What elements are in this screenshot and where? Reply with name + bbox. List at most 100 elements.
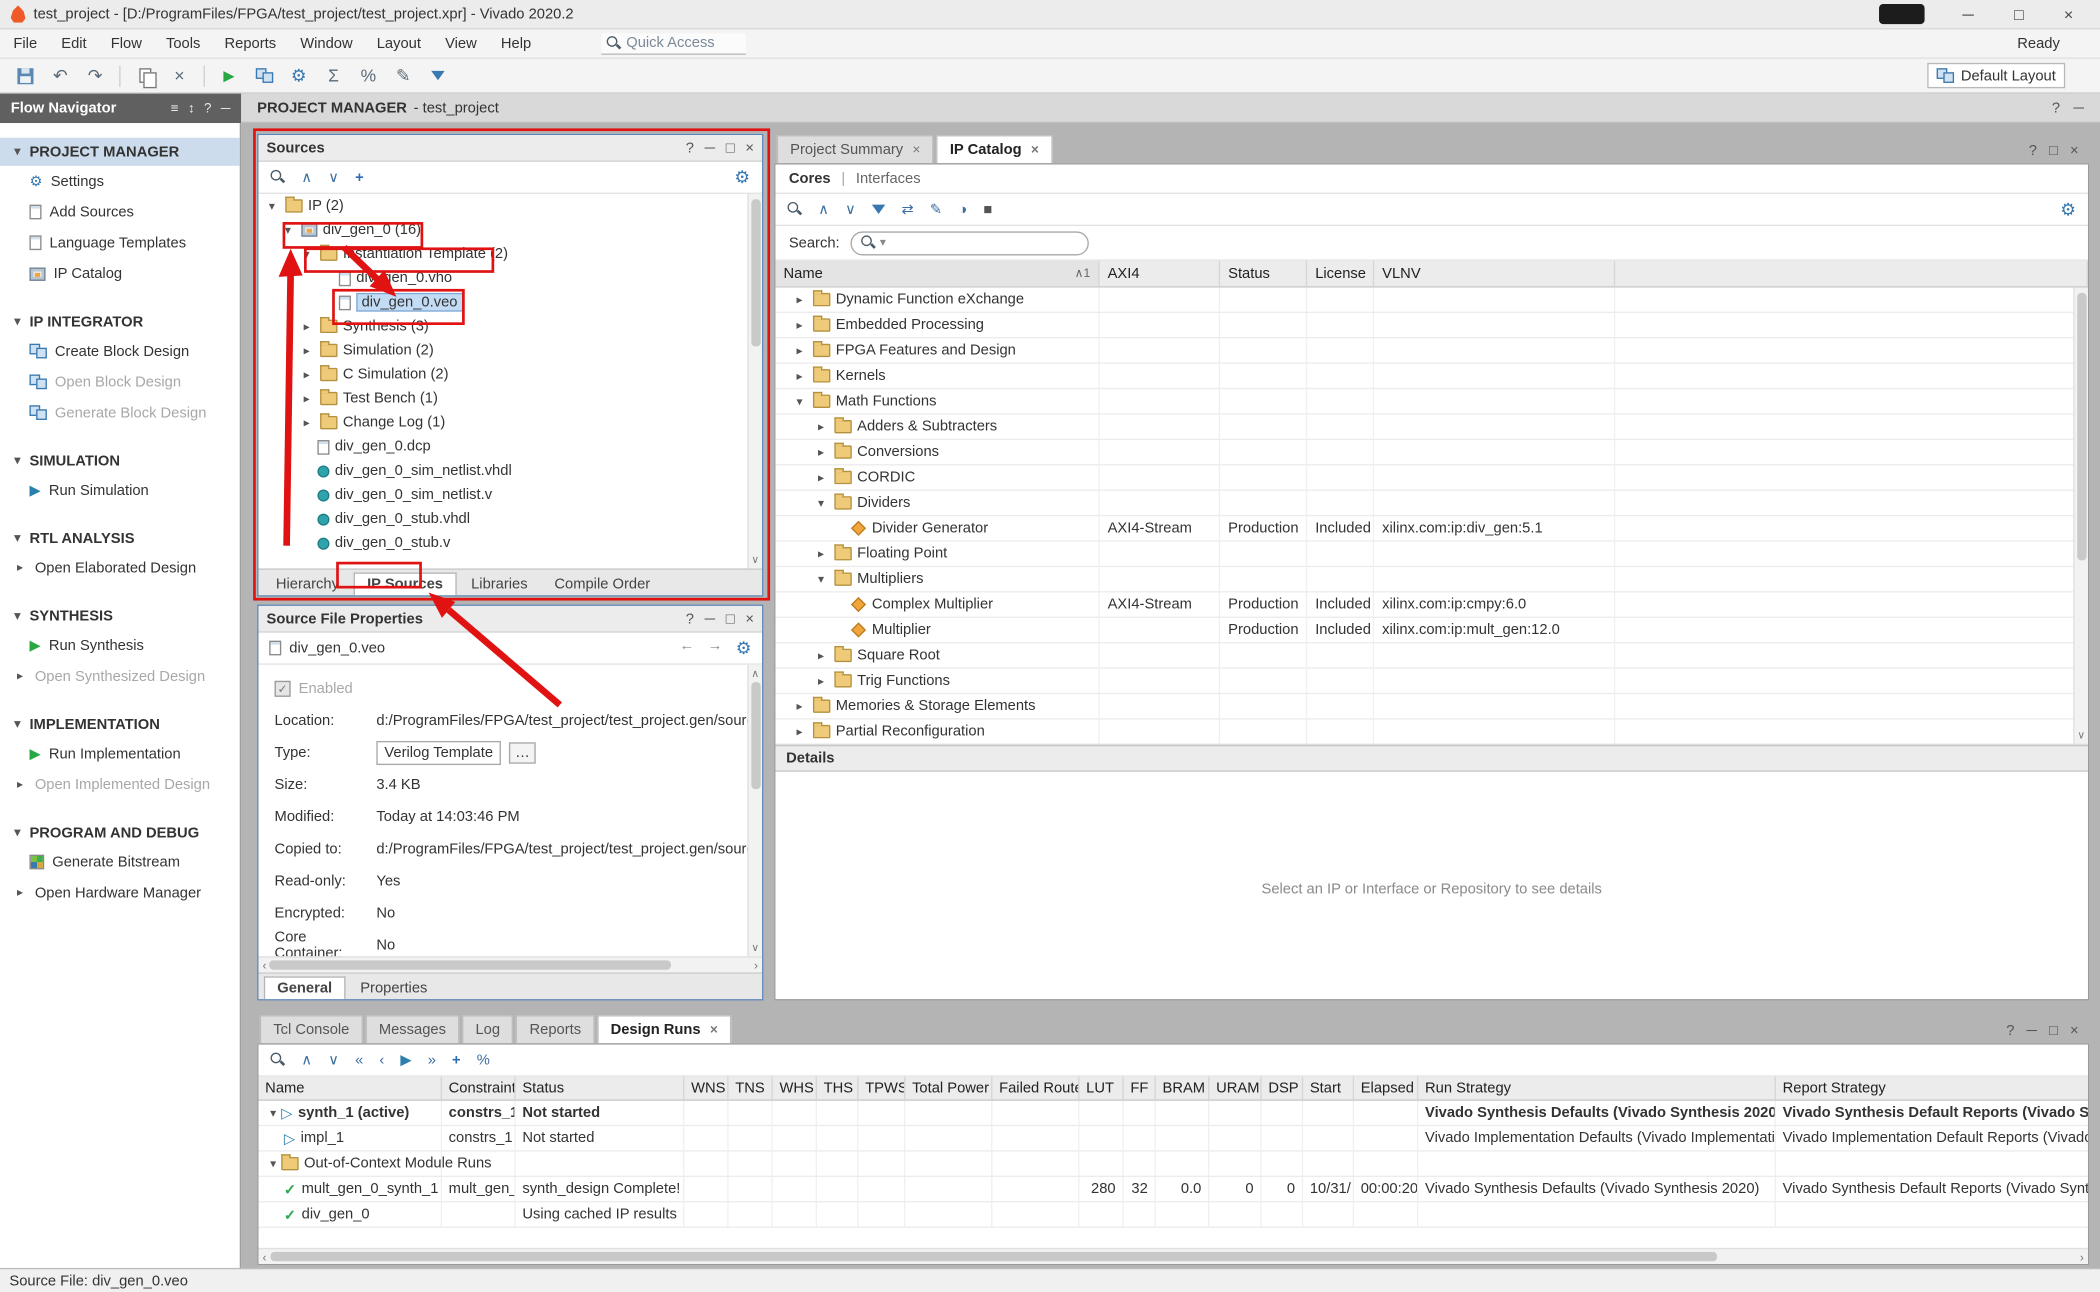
panel-help-icon[interactable]: ? [686,611,694,627]
chevron-right-icon[interactable]: ▸ [299,319,315,334]
column-header[interactable]: Status [516,1077,685,1100]
subtab-cores[interactable]: Cores [789,171,831,187]
tree-row-test-bench[interactable]: ▸ Test Bench (1) [258,387,762,411]
tree-item-label[interactable]: div_gen_0_stub.v [335,535,450,551]
search-icon[interactable] [788,202,803,217]
menu-file[interactable]: File [13,35,37,51]
chevron-right-icon[interactable]: ▸ [792,368,808,383]
panel-float-icon[interactable]: □ [726,140,735,156]
panel-close-icon[interactable]: × [745,140,754,156]
ip-category-row[interactable]: ▾Multipliers [775,567,2088,592]
panel-help-icon[interactable]: ? [2006,1023,2014,1039]
chevron-right-icon[interactable]: ▸ [299,391,315,406]
tree-item-label[interactable]: Test Bench (1) [343,391,438,407]
chevron-down-icon[interactable]: ▾ [9,609,25,624]
panel-float-icon[interactable]: □ [726,611,735,627]
column-header[interactable]: Report Strategy [1776,1077,2088,1100]
redo-button[interactable]: ↷ [80,62,109,89]
tab-libraries[interactable]: Libraries [459,574,540,595]
column-header[interactable]: LUT [1079,1077,1123,1100]
ip-core-row[interactable]: Complex MultiplierAXI4-StreamProductionI… [775,593,2088,618]
fn-section-rtl-analysis[interactable]: ▾ RTL ANALYSIS [0,524,240,552]
menu-edit[interactable]: Edit [61,35,86,51]
panel-minimize-icon[interactable]: ─ [705,611,715,627]
fn-item-open-implemented-design[interactable]: ▸Open Implemented Design [0,769,240,800]
scrollbar-thumb[interactable] [269,960,671,969]
fn-item-create-block-design[interactable]: Create Block Design [0,336,240,367]
step-back-icon[interactable]: ‹ [379,1052,384,1068]
fn-item-ip-catalog[interactable]: IP Catalog [0,258,240,289]
scrollbar-thumb[interactable] [751,199,760,346]
edit-pencil-button[interactable]: ✎ [388,62,417,89]
tree-row-div-gen-0-veo[interactable]: div_gen_0.veo [258,290,762,314]
chevron-right-icon[interactable]: ▸ [813,419,829,434]
panel-float-icon[interactable]: □ [2049,1023,2058,1039]
panel-close-icon[interactable]: × [2070,143,2079,159]
chevron-right-icon[interactable]: ▸ [299,367,315,382]
scrollbar-thumb[interactable] [751,682,760,789]
fn-item-add-sources[interactable]: Add Sources [0,197,240,228]
expand-all-icon[interactable]: ∨ [328,1051,339,1068]
forward-icon[interactable]: → [708,637,723,658]
column-header[interactable]: THS [817,1077,859,1100]
fn-help-icon[interactable]: ? [204,101,211,116]
fn-section-ip-integrator[interactable]: ▾ IP INTEGRATOR [0,308,240,336]
gear-icon[interactable]: ⚙ [736,637,752,658]
fn-item-settings[interactable]: ⚙Settings [0,166,240,197]
back-icon[interactable]: ← [679,637,694,658]
chevron-right-icon[interactable]: ▸ [299,415,315,430]
chevron-right-icon[interactable]: ▸ [813,673,829,688]
chevron-down-icon[interactable]: ▾ [9,144,25,159]
ip-category-row[interactable]: ▸Adders & Subtracters [775,415,2088,440]
column-header[interactable]: WNS [684,1077,728,1100]
fn-item-run-synthesis[interactable]: ▶Run Synthesis [0,630,240,661]
panel-close-icon[interactable]: × [2070,1023,2079,1039]
column-header[interactable]: Name [258,1077,441,1100]
type-select[interactable]: Verilog Template [376,741,501,765]
fn-section-implementation[interactable]: ▾ IMPLEMENTATION [0,710,240,738]
ip-category-row[interactable]: ▸Kernels [775,364,2088,389]
repository-icon[interactable]: ◑ [958,201,967,217]
chevron-down-icon[interactable]: ▾ [9,717,25,732]
tree-row-sim-netlist-v[interactable]: div_gen_0_sim_netlist.v [258,483,762,507]
copy-button[interactable] [130,62,159,89]
layout-select[interactable]: Default Layout [1927,63,2065,88]
tab-close-icon[interactable]: × [710,1023,718,1038]
ip-search-input[interactable]: ▾ [850,231,1088,255]
fn-section-program-and-debug[interactable]: ▾ PROGRAM AND DEBUG [0,819,240,847]
fn-item-open-elaborated-design[interactable]: ▸Open Elaborated Design [0,552,240,583]
menu-view[interactable]: View [445,35,477,51]
chevron-right-icon[interactable]: ▸ [813,470,829,485]
tree-item-label-selected[interactable]: div_gen_0.veo [356,293,463,312]
chevron-down-icon[interactable]: ▾ [264,199,280,214]
menu-reports[interactable]: Reports [225,35,277,51]
create-runs-plus-icon[interactable]: + [452,1052,461,1068]
ip-category-row[interactable]: ▸Dynamic Function eXchange [775,288,2088,313]
tree-row-div-gen-0[interactable]: ▾div_gen_0 (16) [258,218,762,242]
scroll-down-icon[interactable]: ∨ [2077,729,2085,741]
fn-minimize-icon[interactable]: ─ [221,101,231,116]
column-header-status[interactable]: Status [1220,261,1307,286]
tree-row-synthesis[interactable]: ▸Synthesis (3) [258,314,762,338]
scroll-right-icon[interactable]: › [754,958,758,971]
vertical-scrollbar[interactable]: ∧ ∨ [747,665,762,957]
tree-row-simulation[interactable]: ▸Simulation (2) [258,338,762,362]
menu-tools[interactable]: Tools [166,35,200,51]
panel-close-icon[interactable]: × [745,611,754,627]
chevron-down-icon[interactable]: ▾ [280,223,296,238]
fn-section-synthesis[interactable]: ▾ SYNTHESIS [0,602,240,630]
fn-item-run-simulation[interactable]: ▶Run Simulation [0,475,240,506]
search-icon[interactable] [271,170,286,185]
ip-category-row[interactable]: ▸FPGA Features and Design [775,338,2088,363]
chevron-right-icon[interactable]: ▸ [813,445,829,460]
collapse-all-icon[interactable]: ∧ [818,201,829,218]
tab-log[interactable]: Log [462,1015,513,1043]
header-help-icon[interactable]: ? [2052,100,2060,116]
column-header[interactable]: FF [1124,1077,1156,1100]
run-row-synth-1[interactable]: ▾▷synth_1 (active)constrs_1Not startedVi… [258,1101,2087,1126]
fn-item-open-block-design[interactable]: Open Block Design [0,366,240,397]
chevron-right-icon[interactable]: ▸ [13,885,26,900]
settings-gear-icon[interactable]: ⚙ [284,62,313,89]
run-row-impl-1[interactable]: ▷impl_1constrs_1Not startedVivado Implem… [258,1126,2087,1151]
panel-minimize-icon[interactable]: ─ [2027,1023,2037,1039]
